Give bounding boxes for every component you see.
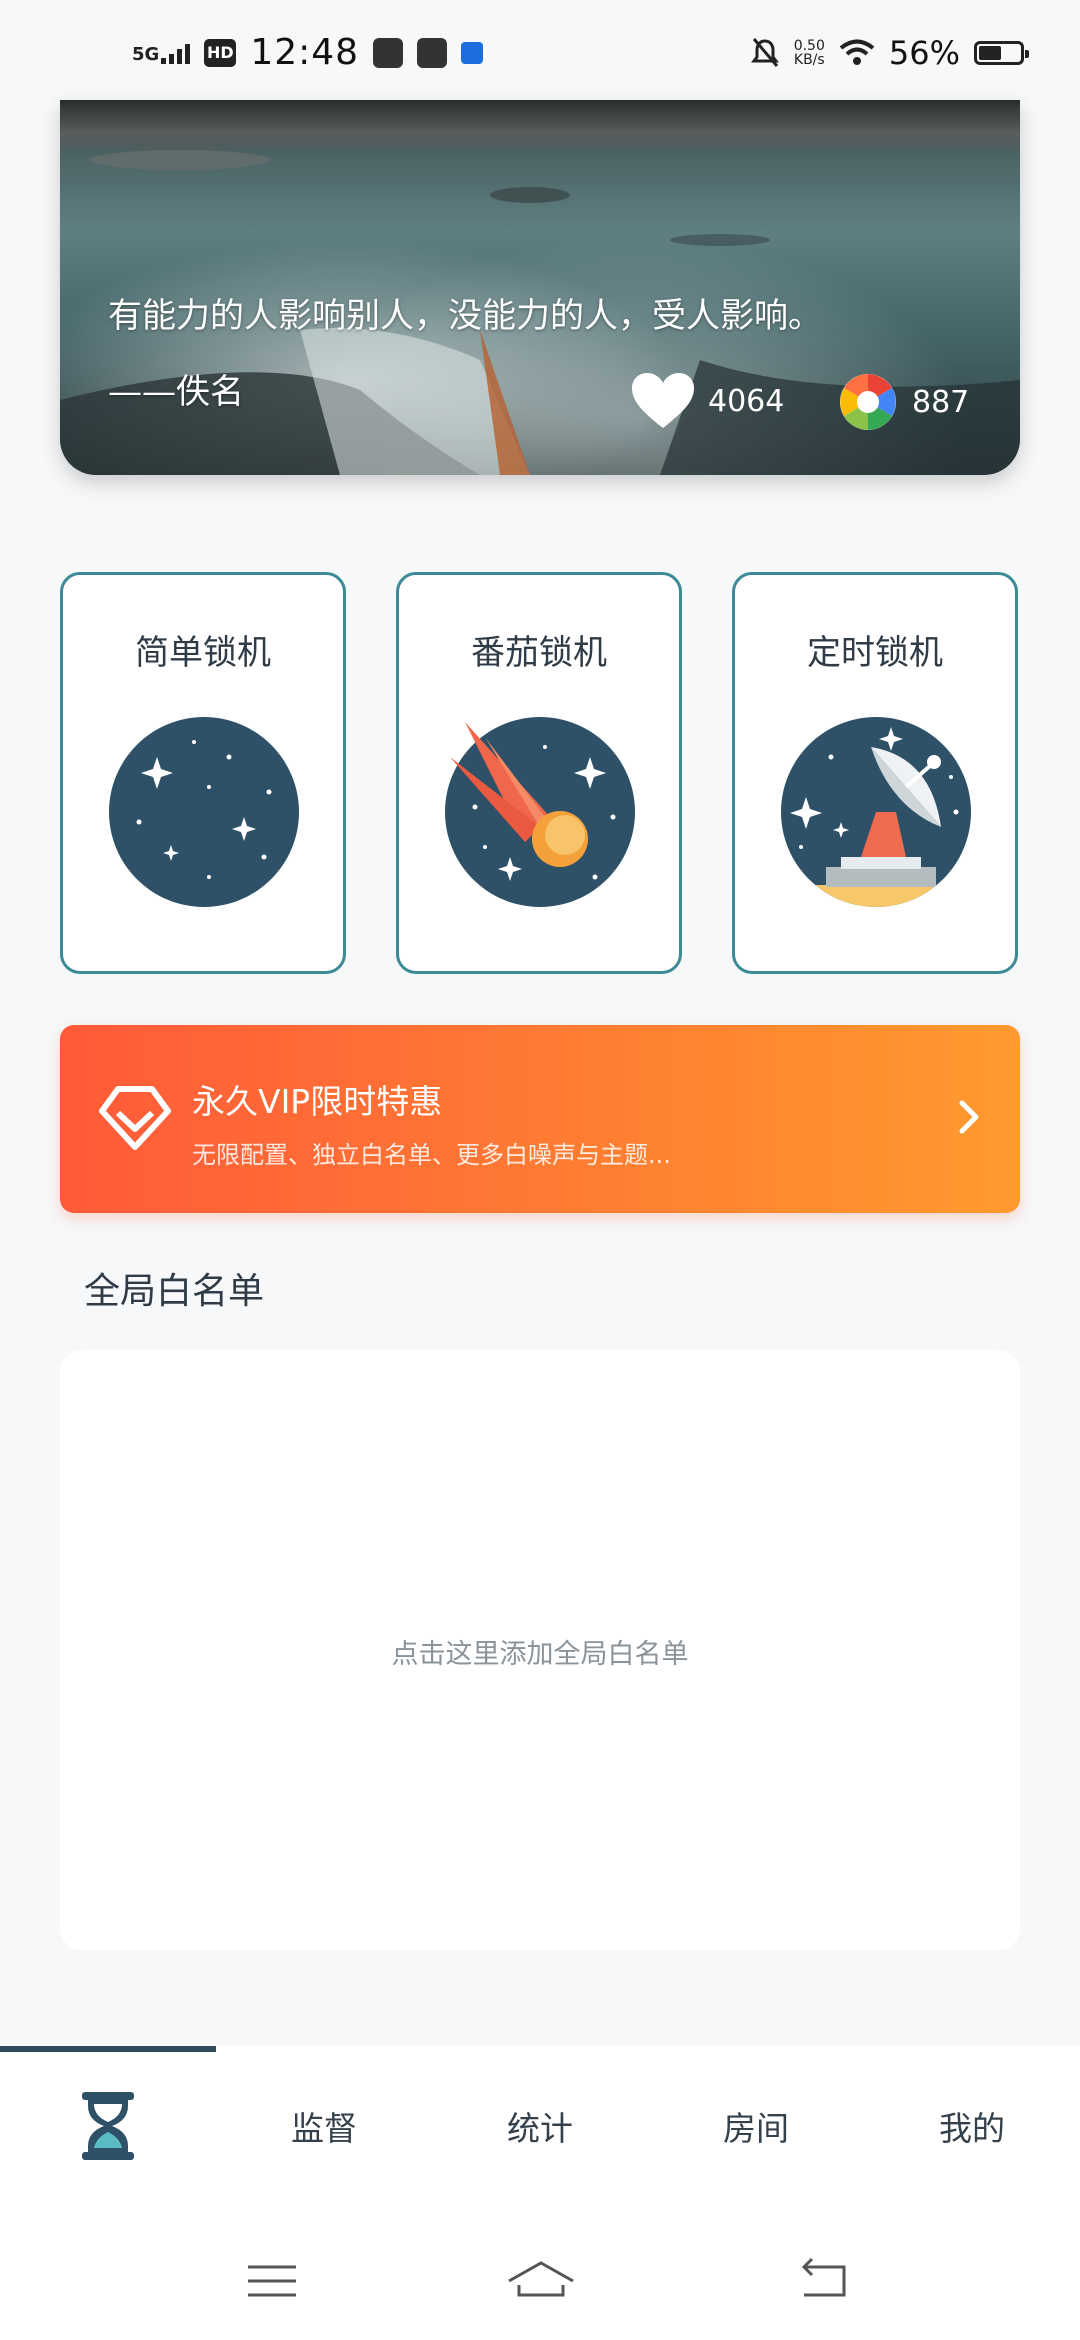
diamond-icon: [99, 1086, 171, 1150]
tab-rooms[interactable]: 房间: [648, 2076, 864, 2176]
chevron-right-icon: [959, 1100, 979, 1134]
tab-label: 我的: [939, 2109, 1005, 2148]
vip-promo-banner[interactable]: 永久VIP限时特惠 无限配置、独立白名单、更多白噪声与主题...: [60, 1025, 1020, 1213]
quote-text: 有能力的人影响别人，没能力的人，受人影响。: [108, 296, 822, 336]
quote-author: ——佚名: [108, 372, 244, 412]
network-type: 5G: [132, 43, 160, 65]
back-icon[interactable]: [794, 2251, 854, 2311]
system-navigation-bar: [0, 2191, 1080, 2340]
simple-lock-card[interactable]: 简单锁机: [60, 572, 346, 974]
tab-label: 监督: [291, 2109, 357, 2148]
pomodoro-lock-card[interactable]: 番茄锁机: [396, 572, 682, 974]
battery-percent: 56%: [888, 34, 960, 72]
share-button[interactable]: 887: [838, 372, 969, 432]
satellite-dish-icon: [781, 717, 971, 907]
menu-icon[interactable]: [242, 2251, 302, 2311]
tab-mine[interactable]: 我的: [864, 2076, 1080, 2176]
like-count: 4064: [708, 383, 785, 419]
bottom-navigation: 监督 统计 房间 我的: [0, 2046, 1080, 2191]
share-wheel-icon: [840, 374, 896, 430]
battery-icon: [974, 41, 1029, 65]
notification-app-icon: [461, 41, 484, 64]
home-icon[interactable]: [505, 2251, 577, 2311]
tab-supervise[interactable]: 监督: [216, 2076, 432, 2176]
tab-label: 房间: [723, 2109, 789, 2148]
whitelist-section-title: 全局白名单: [84, 1271, 265, 1312]
tab-label: 统计: [507, 2109, 573, 2148]
vip-title: 永久VIP限时特惠: [192, 1082, 443, 1121]
clock: 12:48: [250, 32, 360, 73]
timed-lock-card[interactable]: 定时锁机: [732, 572, 1018, 974]
notification-app-icon: [373, 37, 404, 68]
like-button[interactable]: 4064: [630, 372, 784, 430]
daily-quote-card[interactable]: 有能力的人影响别人，没能力的人，受人影响。 ——佚名 4064 887: [60, 100, 1020, 475]
whitelist-panel[interactable]: 点击这里添加全局白名单: [60, 1350, 1020, 1950]
vip-subtitle: 无限配置、独立白名单、更多白噪声与主题...: [192, 1141, 671, 1169]
tab-statistics[interactable]: 统计: [432, 2076, 648, 2176]
wifi-icon: [839, 39, 875, 65]
hourglass-icon: [82, 2092, 134, 2160]
mode-title: 简单锁机: [135, 633, 271, 673]
mode-title: 定时锁机: [807, 633, 943, 673]
share-count: 887: [912, 384, 970, 420]
hd-icon: HD: [204, 38, 237, 67]
status-bar: 5G HD 12:48 0.50 KB/s 56%: [0, 0, 1080, 100]
network-speed: 0.50 KB/s: [793, 38, 825, 68]
tab-active-indicator: [0, 2046, 216, 2052]
mute-bell-icon: [750, 38, 779, 67]
comet-icon: [445, 717, 635, 907]
starry-planet-icon: [109, 717, 299, 907]
notification-app-icon: [417, 37, 448, 68]
tab-lock[interactable]: [0, 2076, 216, 2176]
signal-icon: [161, 42, 191, 64]
mode-title: 番茄锁机: [471, 633, 607, 673]
heart-icon: [632, 373, 694, 428]
add-whitelist-hint[interactable]: 点击这里添加全局白名单: [60, 1632, 1020, 1671]
